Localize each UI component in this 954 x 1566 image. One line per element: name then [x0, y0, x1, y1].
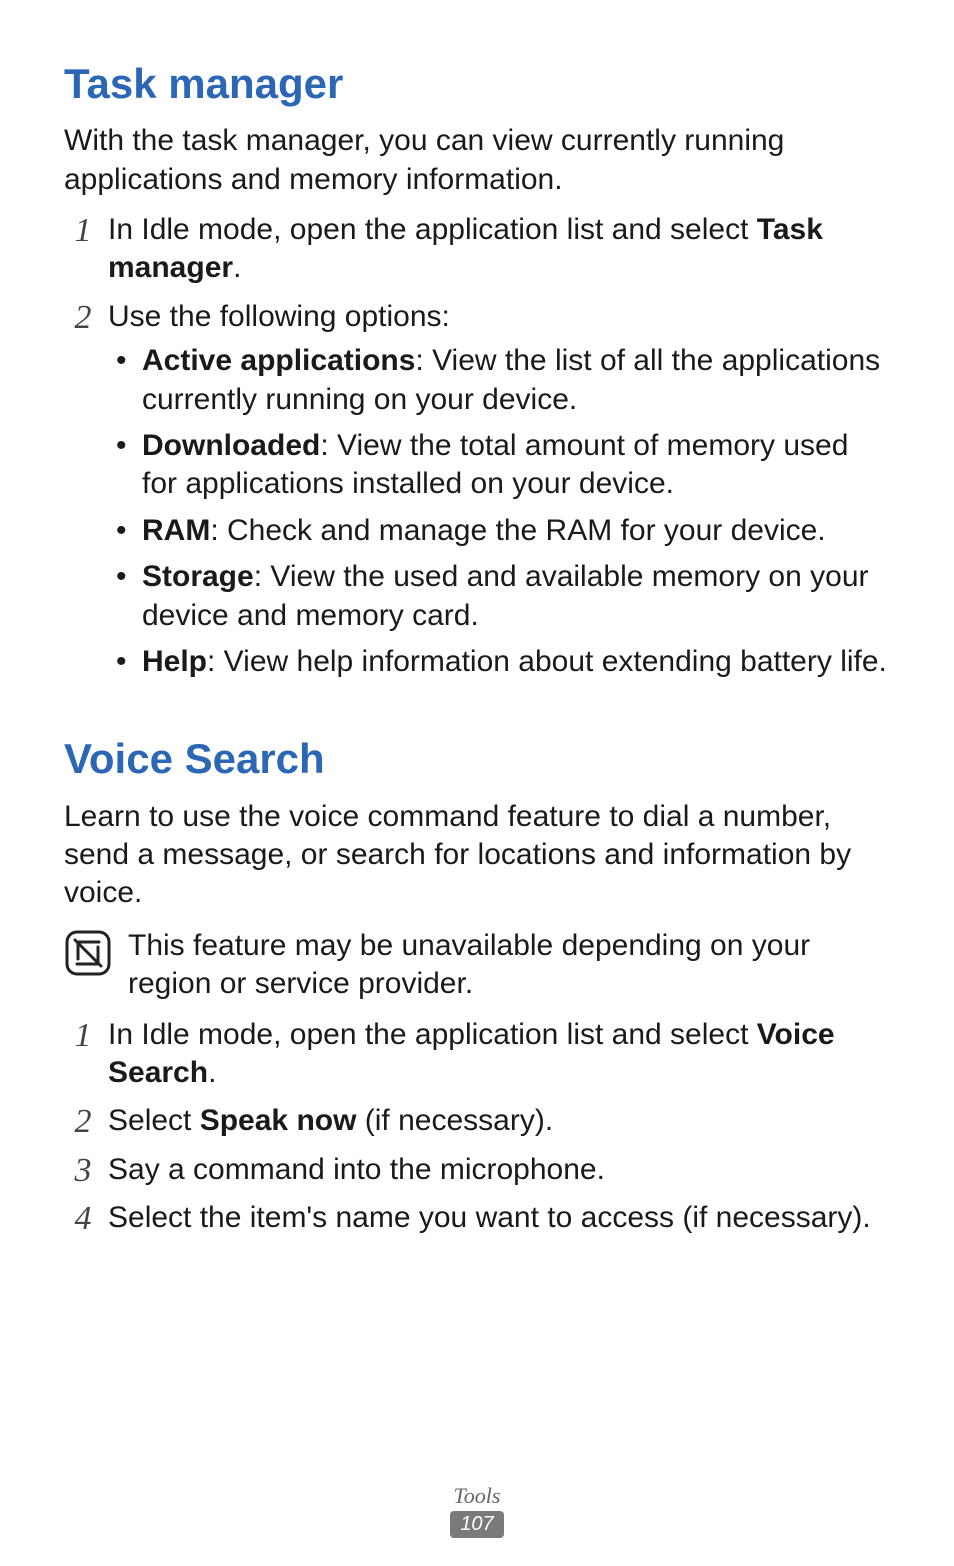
note-text: This feature may be unavailable dependin…: [128, 927, 890, 1004]
step-text: (if necessary).: [356, 1104, 553, 1137]
step-number: 3: [66, 1149, 100, 1193]
page-number-badge: 107: [450, 1511, 503, 1538]
step-text: Say a command into the microphone.: [108, 1151, 890, 1189]
task-manager-options: Active applications: View the list of al…: [108, 342, 890, 681]
list-item: Help: View help information about extend…: [108, 643, 890, 681]
task-manager-intro: With the task manager, you can view curr…: [64, 122, 890, 199]
step-number: 1: [66, 1014, 100, 1058]
list-item: Storage: View the used and available mem…: [108, 558, 890, 635]
option-name: Active applications: [142, 344, 415, 377]
option-name: Downloaded: [142, 429, 320, 462]
option-name: RAM: [142, 514, 210, 547]
step-text: .: [233, 251, 241, 284]
step-number: 4: [66, 1197, 100, 1241]
step-2: 2 Select Speak now (if necessary).: [64, 1102, 890, 1140]
document-page: Task manager With the task manager, you …: [0, 0, 954, 1566]
step-text: .: [208, 1056, 216, 1089]
step-3: 3 Say a command into the microphone.: [64, 1151, 890, 1189]
step-number: 2: [66, 296, 100, 340]
page-footer: Tools 107: [0, 1483, 954, 1538]
section-heading-voice-search: Voice Search: [64, 735, 890, 783]
step-1: 1 In Idle mode, open the application lis…: [64, 211, 890, 288]
section-heading-task-manager: Task manager: [64, 60, 890, 108]
step-text: Select the item's name you want to acces…: [108, 1199, 890, 1237]
step-text: In Idle mode, open the application list …: [108, 1018, 757, 1051]
step-4: 4 Select the item's name you want to acc…: [64, 1199, 890, 1237]
step-number: 2: [66, 1100, 100, 1144]
list-item: Active applications: View the list of al…: [108, 342, 890, 419]
option-desc: : Check and manage the RAM for your devi…: [210, 514, 825, 547]
option-name: Help: [142, 645, 207, 678]
task-manager-steps: 1 In Idle mode, open the application lis…: [64, 211, 890, 681]
footer-category: Tools: [0, 1483, 954, 1509]
step-text: Use the following options:: [108, 298, 890, 336]
list-item: RAM: Check and manage the RAM for your d…: [108, 512, 890, 550]
step-2: 2 Use the following options: Active appl…: [64, 298, 890, 682]
voice-search-steps: 1 In Idle mode, open the application lis…: [64, 1016, 890, 1238]
step-bold: Speak now: [200, 1104, 357, 1137]
step-text: In Idle mode, open the application list …: [108, 213, 757, 246]
note-block: This feature may be unavailable dependin…: [64, 927, 890, 1004]
option-desc: : View help information about extending …: [207, 645, 887, 678]
step-number: 1: [66, 209, 100, 253]
voice-search-intro: Learn to use the voice command feature t…: [64, 798, 890, 913]
note-icon: [64, 929, 112, 977]
step-text: Select: [108, 1104, 200, 1137]
step-1: 1 In Idle mode, open the application lis…: [64, 1016, 890, 1093]
option-name: Storage: [142, 560, 254, 593]
list-item: Downloaded: View the total amount of mem…: [108, 427, 890, 504]
